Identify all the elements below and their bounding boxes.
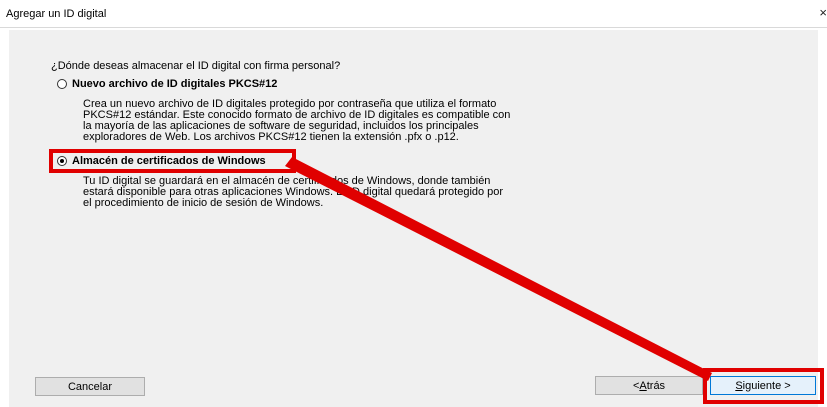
question-label: ¿Dónde deseas almacenar el ID digital co… bbox=[51, 60, 341, 72]
back-button[interactable]: < Atrás bbox=[595, 376, 703, 395]
close-icon[interactable]: × bbox=[815, 4, 827, 22]
description-line: el procedimiento de inicio de sesión de … bbox=[83, 197, 324, 209]
back-button-label: trás bbox=[646, 379, 666, 392]
title-bar: Agregar un ID digital × bbox=[0, 0, 827, 28]
highlight-box-next-button bbox=[703, 368, 824, 404]
radio-unchecked-icon[interactable] bbox=[57, 79, 67, 89]
option-windows-store-description: Tu ID digital se guardará en el almacén … bbox=[83, 176, 553, 209]
cancel-button[interactable]: Cancelar bbox=[35, 377, 145, 396]
option-pkcs12-label: Nuevo archivo de ID digitales PKCS#12 bbox=[72, 78, 278, 90]
option-pkcs12-radio[interactable]: Nuevo archivo de ID digitales PKCS#12 bbox=[57, 78, 277, 90]
option-pkcs12-description: Crea un nuevo archivo de ID digitales pr… bbox=[83, 99, 553, 143]
description-line: exploradores de Web. Los archivos PKCS#1… bbox=[83, 131, 459, 143]
highlight-box-windows-option bbox=[49, 149, 296, 173]
back-button-mnemonic: A bbox=[639, 379, 647, 392]
window-title: Agregar un ID digital bbox=[6, 8, 107, 20]
